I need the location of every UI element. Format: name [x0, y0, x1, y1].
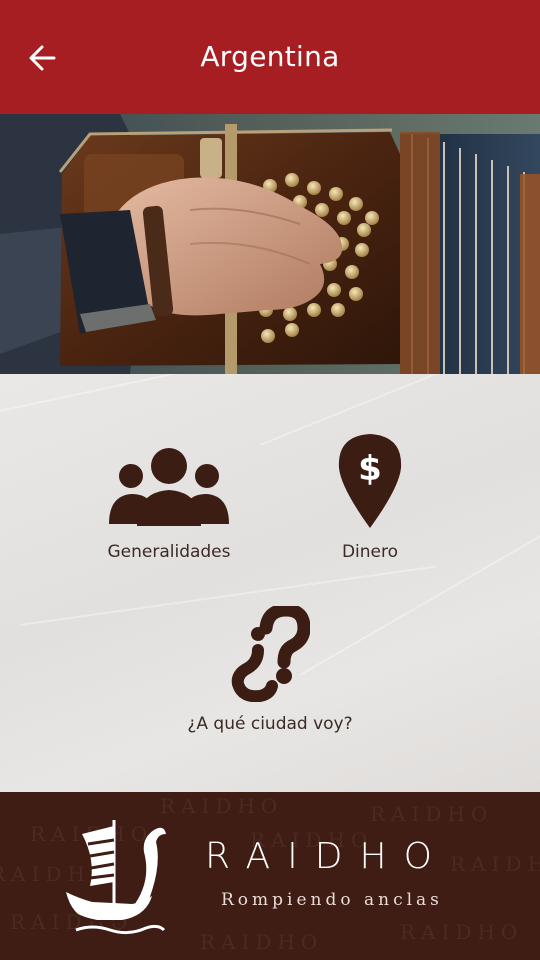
menu-label-ciudad: ¿A qué ciudad voy?: [187, 714, 353, 734]
people-group-icon: [109, 448, 229, 526]
menu-panel: Generalidades $ Dinero ¿A qué ciudad voy…: [0, 374, 540, 792]
menu-item-generalidades[interactable]: Generalidades: [98, 446, 240, 562]
app-header: Argentina: [0, 0, 540, 114]
page-title: Argentina: [200, 40, 340, 73]
brand-tagline: Rompiendo anclas: [221, 890, 443, 910]
brand-name: RAIDHO: [205, 836, 449, 877]
menu-item-ciudad[interactable]: ¿A qué ciudad voy?: [170, 606, 370, 734]
map-pin-dollar-icon: $: [338, 434, 402, 528]
menu-label-dinero: Dinero: [341, 542, 399, 562]
menu-label-generalidades: Generalidades: [107, 542, 231, 562]
hero-image: [0, 114, 540, 374]
bandoneon-photo: [0, 114, 540, 374]
ship-logo-icon: [66, 820, 166, 935]
footer-watermark: RAIDHO: [160, 794, 284, 818]
brand-footer: RAIDHO RAIDHO RAIDHO RAIDHO RAIDHO RAIDH…: [0, 792, 540, 960]
menu-item-dinero[interactable]: $ Dinero: [310, 432, 430, 562]
svg-text:$: $: [358, 449, 382, 489]
footer-watermark: RAIDHO: [450, 852, 540, 876]
footer-watermark: RAIDHO: [200, 930, 324, 954]
question-marks-icon: [231, 606, 310, 702]
footer-watermark: RAIDHO: [400, 920, 524, 944]
footer-watermark: RAIDHO: [370, 802, 494, 826]
